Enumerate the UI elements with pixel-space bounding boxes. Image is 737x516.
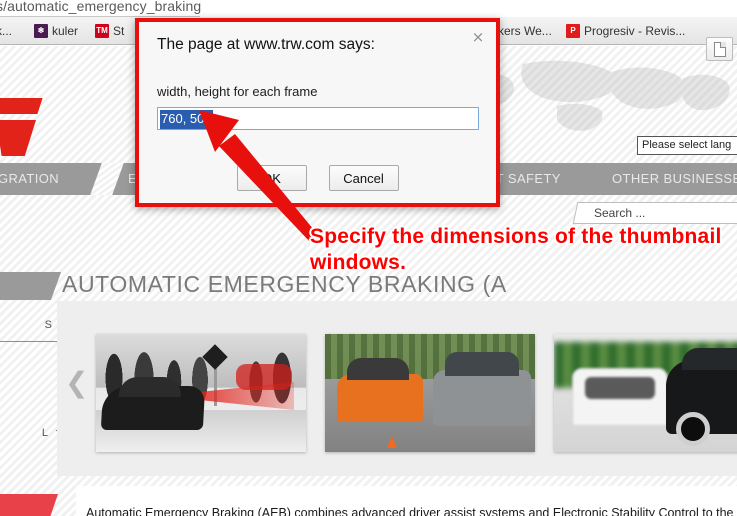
annotation-arrow	[199, 110, 323, 243]
trw-logo[interactable]	[0, 98, 58, 158]
screenshot-root: COGNITIVE SAFETY SYST Please select lang…	[0, 0, 737, 516]
bookmark-label: kers We...	[498, 24, 552, 38]
language-select[interactable]: Please select lang	[637, 136, 737, 155]
carousel-thumbnail-1[interactable]	[96, 334, 306, 452]
body-paragraph: Automatic Emergency Braking (AEB) combin…	[86, 506, 737, 516]
chevron-left-icon[interactable]: ❮	[65, 369, 88, 399]
p-icon: P	[566, 24, 580, 38]
bookmark-item-kers[interactable]: kers We...	[498, 22, 552, 40]
close-icon[interactable]: ×	[470, 30, 486, 46]
annotation-text: Specify the dimensions of the thumbnail …	[310, 225, 722, 274]
bookmark-label: Progresiv - Revis...	[584, 24, 686, 38]
search-placeholder-text: Search ...	[594, 206, 646, 220]
logo-bar-bottom	[0, 120, 36, 156]
dialog-prompt-label: width, height for each frame	[157, 84, 318, 99]
rail-active-tab	[0, 272, 62, 300]
bookmark-item[interactable]: k...	[0, 22, 12, 40]
image-carousel: ❮	[57, 301, 737, 476]
sidebar-item-l-label: L	[41, 426, 48, 439]
dialog-title: The page at www.trw.com says:	[157, 36, 375, 53]
cancel-button[interactable]: Cancel	[328, 165, 399, 191]
page-icon	[714, 42, 726, 57]
url-text: s/automatic_emergency_braking	[0, 0, 202, 14]
bookmark-item-st[interactable]: TM St	[95, 22, 124, 40]
carousel-thumbnail-2[interactable]	[325, 334, 535, 452]
nav-item-other-businesses[interactable]: OTHER BUSINESSE	[612, 163, 737, 195]
bookmark-label: St	[113, 24, 125, 38]
address-bar[interactable]: s/automatic_emergency_braking	[0, 0, 737, 17]
logo-bar-top	[0, 98, 43, 114]
nav-item-integration[interactable]: GRATION	[0, 163, 59, 195]
rail-accent-block	[0, 494, 58, 516]
tm-icon: TM	[95, 24, 109, 38]
new-tab-button[interactable]	[706, 37, 733, 61]
bookmark-label: kuler	[52, 24, 79, 38]
bookmark-item-progresiv[interactable]: P Progresiv - Revis...	[566, 22, 685, 40]
search-input[interactable]: Search ...	[572, 202, 737, 224]
kuler-icon: ❄	[34, 24, 48, 38]
bookmark-label: k...	[0, 24, 13, 38]
bookmark-item-kuler[interactable]: ❄ kuler	[34, 22, 78, 40]
sidebar-item-s-label: S	[44, 318, 52, 331]
carousel-thumbnail-3[interactable]	[554, 334, 737, 452]
